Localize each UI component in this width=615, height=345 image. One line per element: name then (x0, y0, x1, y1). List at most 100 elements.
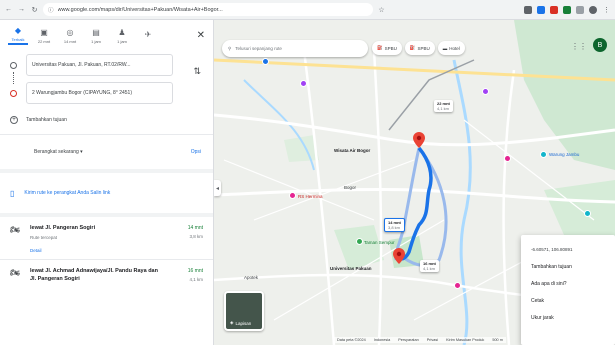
map-label[interactable]: RS Hermina (298, 194, 323, 199)
close-icon[interactable]: ✕ (197, 30, 205, 41)
chip-label: Hotel (449, 45, 460, 51)
forward-icon[interactable]: → (17, 5, 26, 14)
gas-icon: ⛽ (409, 45, 416, 50)
motorbike-icon: 🏍 (10, 268, 21, 278)
add-destination-button[interactable]: + Tambahkan tujuan (0, 110, 213, 128)
place-pin-icon[interactable] (504, 155, 511, 162)
back-icon[interactable]: ← (4, 5, 13, 14)
site-info-icon[interactable]: ⓘ (48, 6, 54, 14)
route-bubble-selected[interactable]: 14 mnt 3,8 km (384, 218, 405, 233)
route-option[interactable]: 🏍 lewat Jl. Pangeran Sogiri Rute tercepa… (0, 217, 213, 259)
place-pin-icon[interactable] (289, 192, 296, 199)
place-pin-icon[interactable] (262, 58, 269, 65)
route-bubble[interactable]: 22 mnt 4,1 km (434, 100, 453, 113)
origin-input[interactable]: Universitas Pakuan, Jl. Pakuan, RT.02/RW… (26, 54, 173, 76)
depart-label: Berangkat sekarang ▾ (34, 149, 83, 155)
mode-best[interactable]: ◆ Terbaik (8, 25, 28, 45)
origin-pin-icon[interactable] (393, 248, 405, 264)
chip-spbu[interactable]: ⛽ SPBU (404, 41, 435, 55)
category-chips: ⛽ SPBU ⛽ SPBU ▬ Hotel (372, 41, 465, 55)
options-button[interactable]: Opsi (191, 149, 201, 155)
footer-item: Data peta ©2024 (337, 338, 366, 342)
map-label[interactable]: Universitas Pakuan (330, 266, 372, 271)
map-footer: Data peta ©2024 Indonesia Persyaratan Pr… (334, 337, 506, 343)
mode-car[interactable]: ▣ 22 mnt (34, 27, 54, 44)
ctx-print[interactable]: Cetak (521, 292, 615, 309)
map-label[interactable]: Warung Jambu (549, 152, 579, 157)
layers-button[interactable]: ◈ Lapisan (224, 291, 264, 331)
route-option[interactable]: 🏍 lewat Jl. Achmad Adnawijaya/Jl. Pandu … (0, 260, 213, 289)
mode-label: Terbaik (11, 37, 25, 42)
destination-pin-icon (10, 90, 17, 97)
bookmark-star-icon[interactable]: ☆ (377, 5, 386, 14)
route-inputs: Universitas Pakuan, Jl. Pakuan, RT.02/RW… (0, 50, 213, 104)
collapse-panel-button[interactable]: ◂ (214, 180, 221, 196)
mode-label: 14 mnt (63, 38, 77, 44)
extension-icon[interactable] (537, 5, 545, 14)
route-bubble[interactable]: 16 mnt 4,1 km (420, 260, 439, 273)
extension-icon[interactable] (563, 5, 571, 14)
motorbike-icon: ◎ (66, 27, 74, 37)
extension-icon[interactable] (550, 5, 558, 14)
mode-motorbike[interactable]: ◎ 14 mnt (60, 27, 80, 44)
chip-hotel[interactable]: ▬ Hotel (437, 41, 465, 55)
scale-label[interactable]: 500 m (492, 338, 503, 342)
place-pin-icon[interactable] (482, 88, 489, 95)
destination-input[interactable]: 2 Warungjambu Bogor (CIPAYUNG, 8° 2451) (26, 82, 173, 104)
flight-icon: ✈ (144, 30, 152, 39)
address-bar[interactable]: ⓘ www.google.com/maps/dir/Universitas+Pa… (43, 3, 373, 16)
place-pin-icon[interactable] (454, 282, 461, 289)
footer-item[interactable]: Privasi (427, 338, 438, 342)
bubble-distance: 3,8 km (388, 225, 401, 231)
ctx-add-destination[interactable]: Tambahkan tujuan (521, 258, 615, 275)
map-label: Bogor (344, 185, 357, 190)
apps-grid-icon[interactable]: ⋮⋮ (571, 42, 587, 51)
mode-transit[interactable]: ▤ 1 jam (86, 27, 106, 44)
plus-icon: + (10, 116, 18, 124)
ctx-whats-here[interactable]: Ada apa di sini? (521, 275, 615, 292)
chip-spbu[interactable]: ⛽ SPBU (372, 41, 402, 55)
layers-icon: ◈ (230, 320, 234, 325)
best-route-icon: ◆ (14, 26, 22, 35)
send-to-device-text[interactable]: Kirim rute ke perangkat Anda Salin link (24, 190, 134, 197)
map-label[interactable]: Apotek (244, 275, 258, 280)
directions-panel: ◆ Terbaik ▣ 22 mnt ◎ 14 mnt ▤ 1 jam ♟ 1 … (0, 20, 214, 345)
bubble-distance: 4,1 km (423, 266, 436, 272)
search-along-route[interactable]: ⚲ Telusuri sepanjang rute (222, 40, 368, 57)
url-text: www.google.com/maps/dir/Universitas+Paku… (57, 6, 223, 13)
map-label[interactable]: Wisata Air Bogor (334, 148, 370, 153)
place-pin-icon[interactable] (584, 210, 591, 217)
route-connector (13, 72, 14, 84)
puzzle-icon[interactable] (576, 5, 584, 14)
route-distance: 3,8 km (189, 234, 203, 239)
menu-dots-icon[interactable]: ⋮ (602, 5, 611, 14)
footer-item[interactable]: Persyaratan (398, 338, 418, 342)
route-distance: 4,1 km (189, 277, 203, 283)
ctx-measure-distance[interactable]: Ukur jarak (521, 309, 615, 326)
browser-toolbar: ← → ↻ ⓘ www.google.com/maps/dir/Universi… (0, 0, 615, 20)
chip-label: SPBU (384, 45, 397, 51)
map-label[interactable]: Taman Sempur (364, 240, 395, 245)
depart-selector[interactable]: Berangkat sekarang ▾ Opsi (0, 135, 213, 169)
mode-label: 1 jam (117, 38, 127, 44)
profile-icon[interactable] (589, 5, 597, 14)
footer-item[interactable]: Indonesia (374, 338, 390, 342)
place-pin-icon[interactable] (356, 238, 363, 245)
destination-pin-icon[interactable] (413, 132, 425, 148)
mode-walk[interactable]: ♟ 1 jam (112, 27, 132, 44)
route-details-link[interactable]: Detail (30, 248, 165, 253)
mode-flight[interactable]: ✈ (138, 29, 158, 41)
footer-item[interactable]: Kirim Masukan Produk (446, 338, 484, 342)
map-canvas[interactable]: ◂ ⚲ Telusuri sepanjang rute ⛽ SPBU ⛽ SPBU … (214, 20, 615, 345)
ctx-coordinates[interactable]: -6.60571, 106.80891 (521, 241, 615, 258)
send-to-device-row[interactable]: ▯ Kirim rute ke perangkat Anda Salin lin… (0, 173, 213, 213)
extension-icon[interactable] (524, 5, 532, 14)
account-avatar[interactable]: B (593, 38, 607, 52)
swap-icon[interactable]: ⇅ (193, 66, 201, 77)
place-pin-icon[interactable] (540, 151, 547, 158)
transit-icon: ▤ (92, 27, 100, 37)
chip-label: SPBU (417, 45, 430, 51)
place-pin-icon[interactable] (300, 80, 307, 87)
walk-icon: ♟ (118, 27, 126, 37)
reload-icon[interactable]: ↻ (30, 5, 39, 14)
